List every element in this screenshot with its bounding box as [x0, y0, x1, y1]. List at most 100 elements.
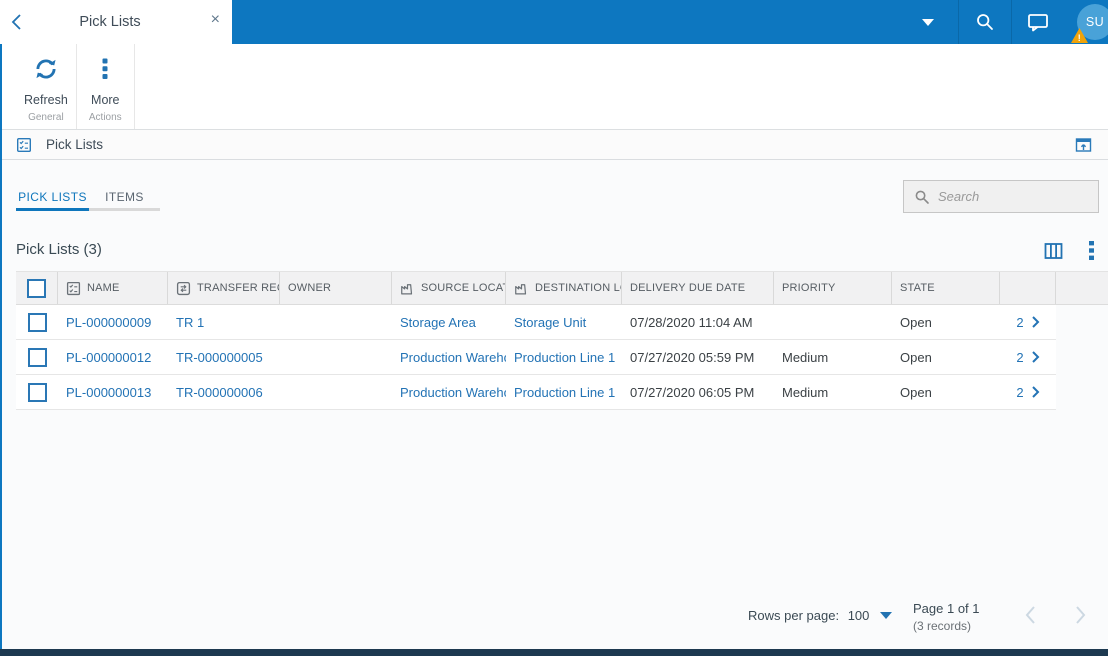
back-chevron-icon[interactable] — [10, 13, 23, 36]
window-bottom-bar — [0, 649, 1108, 656]
cell-items-count[interactable]: 2 — [1000, 315, 1056, 330]
search-icon[interactable] — [959, 12, 1011, 32]
col-header-label: STATE — [900, 282, 935, 294]
cell-source_location[interactable]: Storage Area — [392, 315, 506, 330]
col-header-select[interactable] — [16, 272, 58, 304]
cell-name[interactable]: PL-000000013 — [58, 385, 168, 400]
more-button[interactable]: More — [91, 44, 120, 107]
cell-transfer_request[interactable]: TR-000000005 — [168, 350, 280, 365]
table-row[interactable]: PL-000000009 TR 1 Storage Area Storage Unit… — [16, 305, 1056, 340]
col-header-owner[interactable]: OWNER — [280, 272, 392, 304]
topbar: Pick Lists × SU ! — [0, 0, 1108, 44]
pagination-bar: Rows per page: 100 Page 1 of 1 (3 record… — [0, 596, 1108, 648]
column-chooser-icon[interactable] — [1044, 242, 1063, 260]
cell-transfer_request[interactable]: TR 1 — [168, 315, 280, 330]
tab-pick-lists[interactable]: Pick Lists × — [28, 0, 232, 44]
cell-state: Open — [900, 384, 932, 400]
factory-icon — [514, 282, 529, 295]
col-header-state[interactable]: STATE — [892, 272, 1000, 304]
col-header-destination_location[interactable]: DESTINATION LOCATION — [506, 272, 622, 304]
cell-state: Open — [900, 314, 932, 330]
table-body: PL-000000009 TR 1 Storage Area Storage Unit… — [16, 305, 1108, 410]
avatar-initials: SU — [1085, 15, 1105, 29]
cell-priority: Medium — [782, 384, 829, 400]
close-icon[interactable]: × — [211, 11, 220, 29]
topbar-actions: SU ! — [922, 0, 1108, 44]
pick-lists-table: NAME TRANSFER REQUEST OWNER SOURCE LOCATION… — [16, 271, 1108, 410]
cell-source_location[interactable]: Production Warehouse — [392, 350, 506, 365]
row-checkbox[interactable] — [27, 382, 47, 402]
chevron-right-icon — [1031, 386, 1040, 398]
records-label: (3 records) — [913, 619, 972, 633]
page-label: Page 1 of 1 — [913, 601, 980, 616]
refresh-label: Refresh — [24, 93, 68, 107]
cell-priority: Medium — [782, 349, 829, 365]
cell-transfer_request[interactable]: TR-000000006 — [168, 385, 280, 400]
row-checkbox-cell — [16, 347, 58, 367]
page-title: Pick Lists — [46, 137, 104, 152]
cell-delivery_due_date: 07/27/2020 06:05 PM — [630, 384, 755, 400]
kebab-icon[interactable] — [1089, 241, 1094, 260]
cell-items-count[interactable]: 2 — [1000, 350, 1056, 365]
tab-strip: Pick Lists × — [0, 0, 232, 44]
tab-pick-lists-subtab[interactable]: PICK LISTS — [16, 187, 89, 211]
checklist-icon — [66, 281, 81, 296]
chat-icon[interactable] — [1012, 12, 1064, 32]
rows-per-page-label: Rows per page: — [748, 608, 840, 623]
ribbon-group-label: General — [28, 112, 64, 123]
cell-name[interactable]: PL-000000009 — [58, 315, 168, 330]
ribbon-toolbar: Refresh General More Actions — [0, 44, 1108, 130]
page-info: Page 1 of 1 (3 records) — [913, 601, 980, 633]
table-header-row: NAME TRANSFER REQUEST OWNER SOURCE LOCATION… — [16, 271, 1108, 305]
col-header-transfer_request[interactable]: TRANSFER REQUEST — [168, 272, 280, 304]
items-count: 2 — [1016, 349, 1024, 365]
previous-page-button[interactable] — [1024, 604, 1037, 629]
cell-destination_location[interactable]: Production Line 1 — [506, 350, 622, 365]
col-header-source_location[interactable]: SOURCE LOCATION — [392, 272, 506, 304]
search-input[interactable] — [938, 189, 1108, 204]
search-box — [903, 180, 1108, 213]
tab-items[interactable]: ITEMS — [89, 187, 160, 211]
ribbon-group-label: Actions — [88, 112, 122, 123]
row-checkbox[interactable] — [27, 347, 47, 367]
cell-name[interactable]: PL-000000012 — [58, 350, 168, 365]
col-header-filler — [1056, 272, 1108, 304]
table-row[interactable]: PL-000000012 TR-000000005 Production Wareh… — [16, 340, 1056, 375]
col-header-label: DESTINATION LOCATION — [535, 282, 621, 294]
col-header-label: NAME — [87, 282, 120, 294]
rows-per-page-dropdown[interactable]: Rows per page: 100 — [748, 608, 893, 623]
col-header-count[interactable] — [1000, 272, 1056, 304]
refresh-button[interactable]: Refresh — [24, 44, 68, 107]
col-header-delivery_due_date[interactable]: DELIVERY DUE DATE — [622, 272, 774, 304]
expand-panel-icon[interactable] — [1075, 137, 1092, 153]
col-header-name[interactable]: NAME — [58, 272, 168, 304]
app-window: Pick Lists × SU ! Refresh General More A… — [0, 0, 1108, 656]
chevron-down-icon[interactable] — [922, 13, 934, 31]
window-left-edge — [0, 44, 2, 656]
pick-lists-icon — [16, 137, 32, 153]
cell-state: Open — [900, 349, 932, 365]
col-header-label: TRANSFER REQUEST — [197, 282, 279, 294]
next-page-button[interactable] — [1074, 604, 1087, 629]
cell-source_location[interactable]: Production Warehouse — [392, 385, 506, 400]
factory-icon — [400, 282, 415, 295]
cell-items-count[interactable]: 2 — [1000, 385, 1056, 400]
select-all-checkbox[interactable] — [27, 278, 46, 298]
avatar[interactable]: SU ! — [1071, 4, 1108, 43]
ribbon-group-general: Refresh General — [16, 44, 77, 129]
row-checkbox-cell — [16, 382, 58, 402]
search-icon — [914, 189, 930, 205]
cell-destination_location[interactable]: Production Line 1 — [506, 385, 622, 400]
col-header-label: SOURCE LOCATION — [421, 282, 505, 294]
col-header-label: DELIVERY DUE DATE — [630, 282, 746, 294]
col-header-priority[interactable]: PRIORITY — [774, 272, 892, 304]
chevron-right-icon — [1031, 351, 1040, 363]
chevron-down-icon — [880, 612, 893, 619]
row-checkbox[interactable] — [27, 312, 47, 332]
transfer-icon — [176, 281, 191, 296]
table-row[interactable]: PL-000000013 TR-000000006 Production Wareh… — [16, 375, 1056, 410]
col-header-label: OWNER — [288, 282, 332, 294]
kebab-icon — [102, 56, 108, 87]
cell-destination_location[interactable]: Storage Unit — [506, 315, 622, 330]
cell-delivery_due_date: 07/27/2020 05:59 PM — [630, 349, 755, 365]
